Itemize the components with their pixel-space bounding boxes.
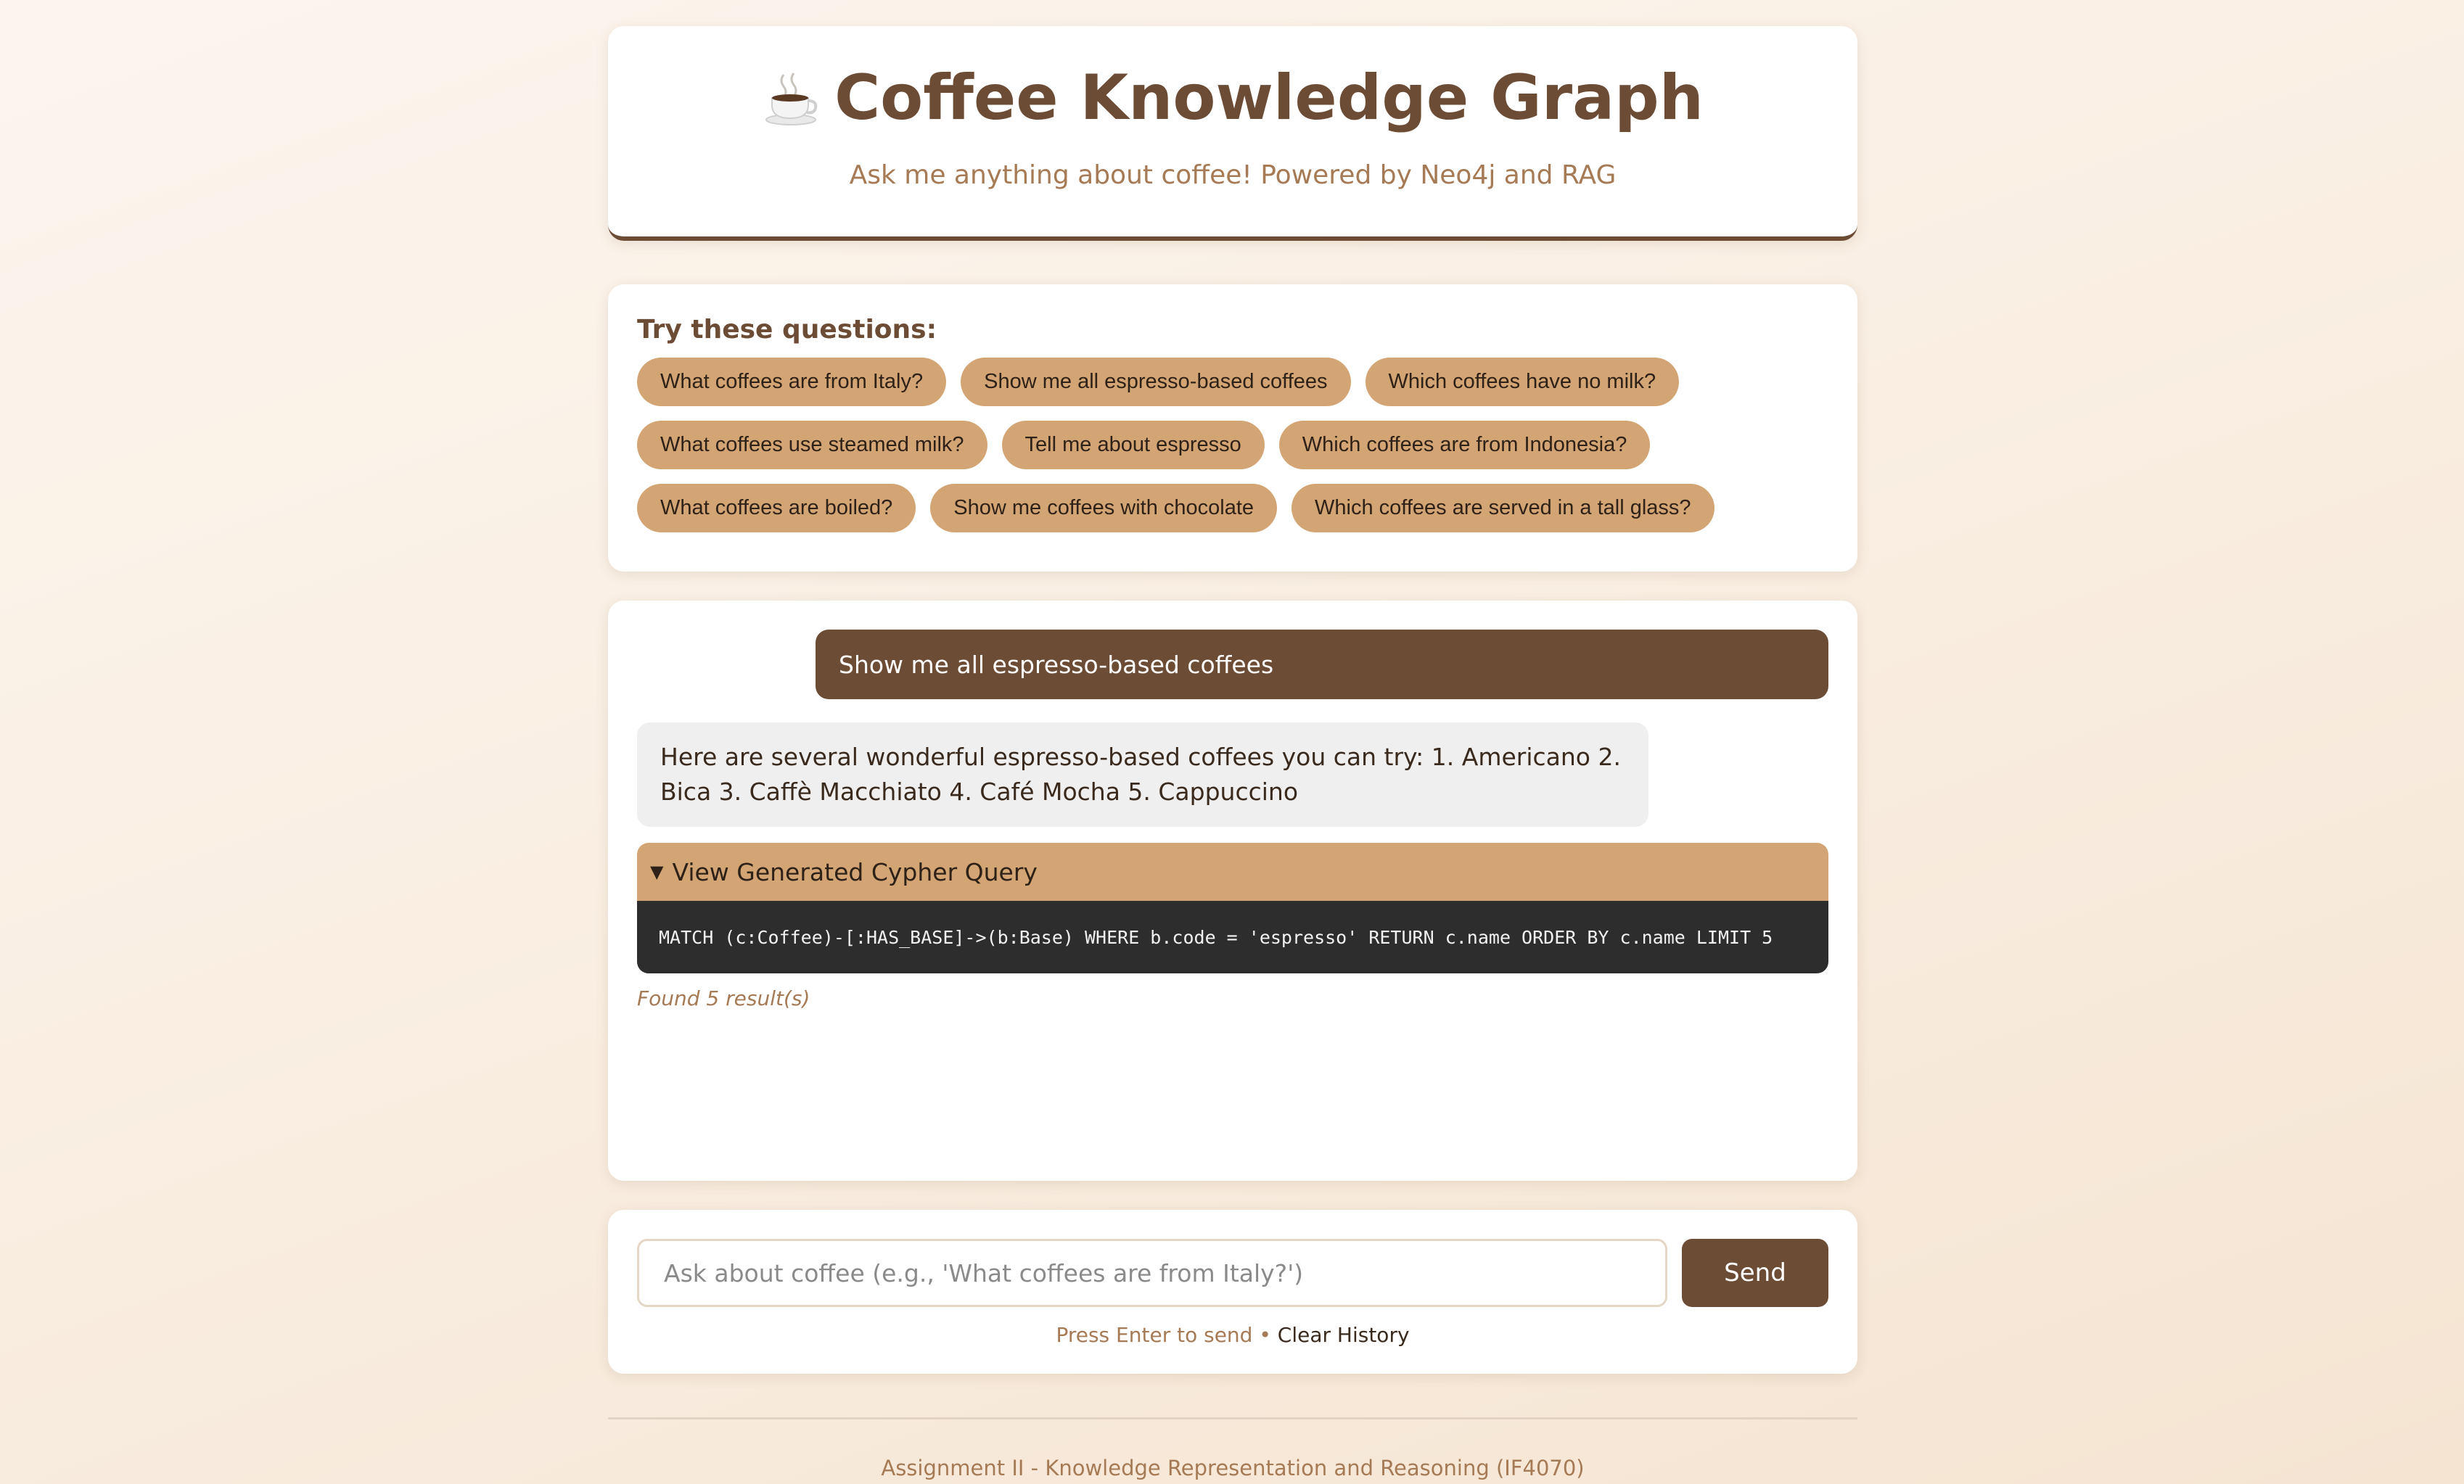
cypher-query-details: ▼ View Generated Cypher Query MATCH (c:C… xyxy=(637,843,1828,973)
send-button[interactable]: Send xyxy=(1682,1239,1828,1307)
hint-separator: • xyxy=(1259,1323,1271,1347)
enter-hint-text: Press Enter to send xyxy=(1056,1323,1253,1347)
input-hint: Press Enter to send • Clear History xyxy=(637,1323,1828,1347)
footer-text: Assignment II - Knowledge Representation… xyxy=(881,1456,1585,1480)
cypher-query-toggle-label: View Generated Cypher Query xyxy=(672,857,1038,886)
header-card: Coffee Knowledge Graph Ask me anything a… xyxy=(608,26,1857,241)
app-container: Coffee Knowledge Graph Ask me anything a… xyxy=(608,26,1857,1480)
cypher-query-toggle[interactable]: ▼ View Generated Cypher Query xyxy=(637,843,1828,901)
question-input[interactable] xyxy=(637,1239,1667,1307)
example-question-chip[interactable]: What coffees use steamed milk? xyxy=(637,421,987,469)
example-questions-list: What coffees are from Italy? Show me all… xyxy=(637,358,1754,532)
user-message-bubble: Show me all espresso-based coffees xyxy=(816,630,1828,699)
example-question-chip[interactable]: Show me all espresso-based coffees xyxy=(961,358,1351,406)
input-row: Send xyxy=(637,1239,1828,1307)
coffee-cup-icon xyxy=(765,73,818,125)
example-question-chip[interactable]: Tell me about espresso xyxy=(1001,421,1265,469)
chat-panel[interactable]: Show me all espresso-based coffees Here … xyxy=(608,601,1857,1181)
page-title-text: Coffee Knowledge Graph xyxy=(834,62,1704,134)
example-question-chip[interactable]: Which coffees are served in a tall glass… xyxy=(1291,484,1714,532)
example-questions-card: Try these questions: What coffees are fr… xyxy=(608,284,1857,572)
example-question-chip[interactable]: Which coffees are from Indonesia? xyxy=(1278,421,1651,469)
example-question-chip[interactable]: Show me coffees with chocolate xyxy=(930,484,1278,532)
footer-divider xyxy=(608,1417,1857,1419)
clear-history-link[interactable]: Clear History xyxy=(1278,1323,1410,1347)
input-card: Send Press Enter to send • Clear History xyxy=(608,1210,1857,1374)
result-count: Found 5 result(s) xyxy=(637,986,810,1010)
page-title: Coffee Knowledge Graph xyxy=(762,67,1704,129)
example-questions-heading: Try these questions: xyxy=(637,315,937,345)
example-question-chip[interactable]: Which coffees have no milk? xyxy=(1365,358,1680,406)
example-question-chip[interactable]: What coffees are from Italy? xyxy=(637,358,947,406)
assistant-message-bubble: Here are several wonderful espresso-base… xyxy=(637,722,1648,827)
page-subtitle: Ask me anything about coffee! Powered by… xyxy=(849,160,1617,190)
cypher-query-code: MATCH (c:Coffee)-[:HAS_BASE]->(b:Base) W… xyxy=(637,901,1828,973)
triangle-down-icon: ▼ xyxy=(650,862,664,882)
example-question-chip[interactable]: What coffees are boiled? xyxy=(637,484,916,532)
